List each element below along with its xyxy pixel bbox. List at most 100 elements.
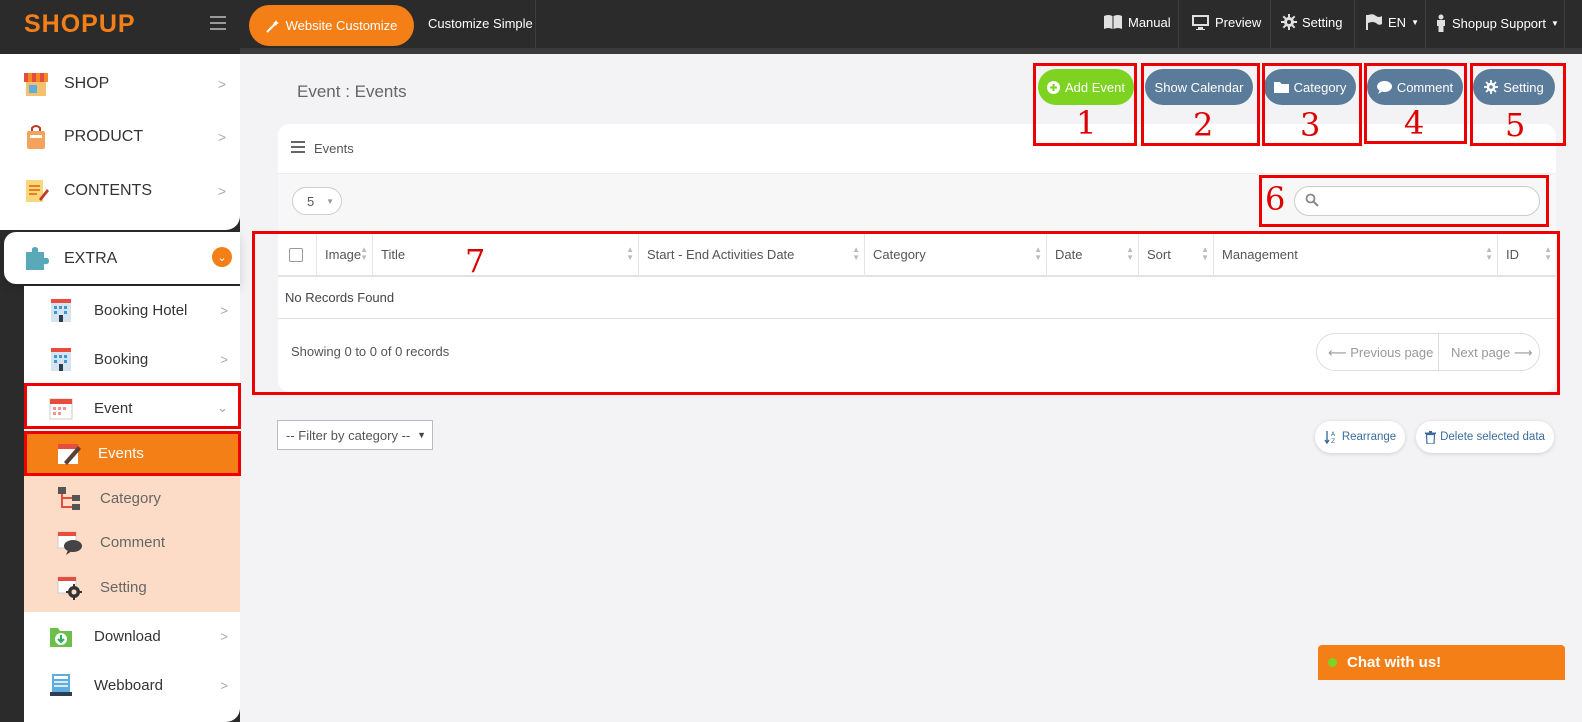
annotation-box-event [24,383,241,429]
delete-selected-label: Delete selected data [1440,431,1545,443]
topbar-separator [1354,0,1355,48]
top-bar [0,0,1582,48]
webboard-icon [50,674,72,696]
support-dropdown[interactable]: Shopup Support ▼ [1435,14,1559,32]
annotation-box-events [24,431,241,476]
topbar-separator [1178,0,1179,48]
sidebar-item-label: SHOP [64,75,110,92]
tree-structure-icon [58,487,80,510]
sidebar-item-shop[interactable]: SHOP > [0,58,240,110]
manual-link[interactable]: Manual [1103,14,1171,30]
sidebar-item-label: Setting [100,578,147,596]
puzzle-icon [26,247,49,270]
chat-label: Chat with us! [1347,654,1442,671]
page-size-value: 5 [307,193,315,209]
preview-link[interactable]: Preview [1191,14,1261,31]
person-icon [1437,14,1445,32]
chevron-right-icon: > [220,302,228,318]
sidebar-item-label: Booking [94,350,149,368]
chat-widget-button[interactable]: Chat with us! [1318,645,1565,680]
gear-icon [1281,14,1297,30]
annotation-number-6: 6 [1265,180,1286,218]
chevron-right-icon: > [220,677,228,693]
annotation-number-7: 7 [465,242,486,280]
sidebar-item-label: Webboard [94,676,163,694]
manual-label: Manual [1128,14,1171,30]
chevron-down-icon[interactable]: ⌄ [212,247,232,267]
magic-wand-icon [265,19,279,33]
caret-down-icon: ▼ [1411,17,1419,27]
sidebar-item-contents[interactable]: CONTENTS > [0,165,240,217]
website-customize-button[interactable]: Website Customize [249,5,414,46]
top-bar-divider [240,48,1582,54]
sidebar-item-setting[interactable]: Setting [24,565,240,609]
annotation-number-5: 5 [1505,106,1526,144]
sidebar-item-label: CONTENTS [64,182,152,199]
page-size-select[interactable]: 5 ▼ [292,187,342,215]
shopping-bag-icon [27,125,45,149]
chevron-right-icon: > [220,351,228,367]
svg-text:Z: Z [1331,438,1335,444]
website-customize-label: Website Customize [285,18,398,33]
sidebar-item-booking-hotel[interactable]: Booking Hotel > [24,286,240,334]
sort-alpha-icon: AZ [1324,431,1336,444]
caret-down-icon: ▼ [326,197,334,206]
calendar-comment-icon [57,531,82,555]
list-icon [291,141,305,153]
support-label: Shopup Support [1452,15,1546,31]
delete-selected-button[interactable]: Delete selected data [1416,421,1554,453]
shop-icon [24,73,48,96]
annotation-number-1: 1 [1076,104,1097,142]
sidebar-item-booking[interactable]: Booking > [24,335,240,383]
setting-link[interactable]: Setting [1281,14,1342,30]
language-dropdown[interactable]: EN ▼ [1365,14,1419,30]
language-label: EN [1388,14,1407,30]
rearrange-button[interactable]: AZ Rearrange [1315,421,1405,453]
sidebar-item-label: Comment [100,533,166,551]
sidebar-item-label: PRODUCT [64,128,144,145]
book-icon [1104,15,1122,29]
caret-down-icon: ▼ [1550,18,1559,28]
category-filter-value: -- Filter by category -- [286,427,411,443]
topbar-separator [1425,0,1426,48]
sidebar-item-label: Category [100,489,161,507]
monitor-icon [1192,15,1209,30]
chevron-right-icon: > [217,183,226,199]
online-status-icon [1328,658,1337,667]
annotation-box-6 [1259,175,1549,227]
document-edit-icon [26,180,49,202]
topbar-separator [535,0,536,48]
chevron-right-icon: > [220,628,228,644]
annotation-box-7 [252,231,1560,395]
sidebar-item-comment[interactable]: Comment [24,520,240,564]
sidebar-item-category[interactable]: Category [24,476,240,520]
page-title: Event : Events [297,82,407,101]
rearrange-label: Rearrange [1341,431,1397,443]
sidebar-item-download[interactable]: Download > [24,612,240,660]
preview-label: Preview [1215,15,1262,30]
hotel-icon [51,299,71,322]
sidebar-item-webboard[interactable]: Webboard > [24,661,240,709]
chevron-right-icon: > [217,129,226,145]
panel-title: Events [314,141,354,156]
hotel-icon [51,348,71,371]
caret-down-icon: ▼ [417,430,426,440]
annotation-number-3: 3 [1300,106,1321,144]
shopup-logo[interactable]: SHOPUP [24,10,136,39]
customize-simple-link[interactable]: Customize Simple [428,16,533,31]
sidebar-item-label: Booking Hotel [94,301,188,319]
category-filter-select[interactable]: -- Filter by category -- ▼ [277,420,433,450]
download-folder-icon [50,628,72,647]
sidebar-item-label: EXTRA [64,250,118,267]
trash-icon [1425,430,1437,444]
topbar-separator [1270,0,1271,48]
sidebar-item-product[interactable]: PRODUCT > [0,111,240,163]
calendar-gear-icon [57,576,82,600]
topbar-separator [1564,0,1565,48]
svg-text:A: A [1331,431,1336,438]
sidebar-item-label: Download [94,627,161,645]
hamburger-menu-icon[interactable] [210,16,226,30]
annotation-number-4: 4 [1404,104,1425,142]
annotation-number-2: 2 [1193,106,1214,144]
flag-icon [1366,14,1382,30]
